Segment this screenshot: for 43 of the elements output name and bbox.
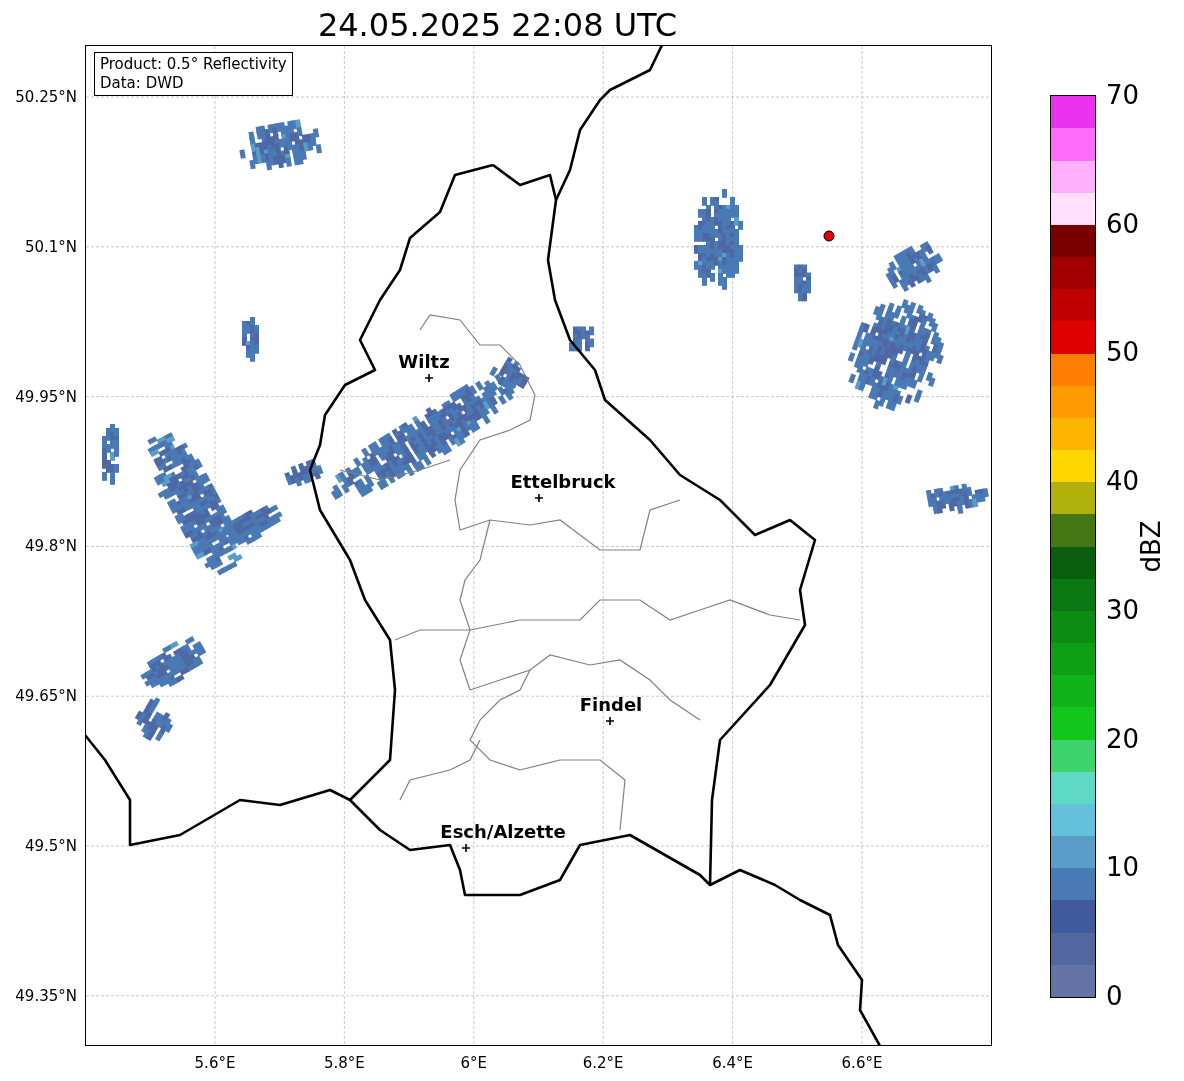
latitude-label: 49.35°N [15,986,77,1005]
city-marker-icon [424,373,434,383]
info-text: Product: 0.5° Reflectivity [100,55,287,74]
colorbar-tick-label: 50 [1106,337,1140,368]
radar-echo [284,458,324,487]
colorbar-tick-label: 0 [1106,981,1123,1011]
longitude-label: 5.8°E [322,1054,366,1072]
latitude-label: 50.1°N [24,237,77,256]
colorbar-tick-label: 70 [1106,80,1140,110]
latitude-label: 50.25°N [15,88,77,106]
colorbar-tick-label: 60 [1106,208,1140,239]
city-label: Esch/Alzette [440,821,566,842]
city-marker-icon [534,493,544,503]
city-marker-icon [461,843,471,853]
colorbar-tick-label: 30 [1106,594,1140,625]
city-label: Findel [579,694,643,715]
latitude-label: 49.8°N [24,537,77,556]
radar-site-marker [823,230,835,242]
longitude-label: 6°E [459,1054,489,1072]
chart-title: 24.05.2025 22:08 UTC [317,5,678,45]
radar-echo [134,697,174,742]
colorbar-tick-label: 40 [1106,466,1140,497]
radar-echo [885,241,944,292]
radar-echo [140,636,207,689]
info-text: Data: DWD [100,74,185,93]
longitude-label: 6.2°E [581,1054,625,1072]
radar-echo [925,483,989,515]
radar-echo [569,326,594,352]
longitude-label: 6.4°E [711,1054,754,1072]
radar-echo [794,264,811,302]
city-marker-icon [605,716,615,726]
colorbar-tick-label: 10 [1106,852,1140,883]
longitude-label: 6.6°E [840,1054,884,1072]
latitude-label: 49.95°N [15,387,77,406]
latitude-label: 49.5°N [24,837,77,855]
city-label: Ettelbruck [510,471,616,492]
city-label: Wiltz [398,351,450,372]
colorbar-tick-label: 20 [1106,723,1140,754]
radar-echo [102,424,119,485]
radar-echo [242,317,259,362]
longitude-label: 5.6°E [193,1054,237,1072]
latitude-label: 49.65°N [15,687,77,706]
colorbar-label: dBZ [1134,520,1167,573]
